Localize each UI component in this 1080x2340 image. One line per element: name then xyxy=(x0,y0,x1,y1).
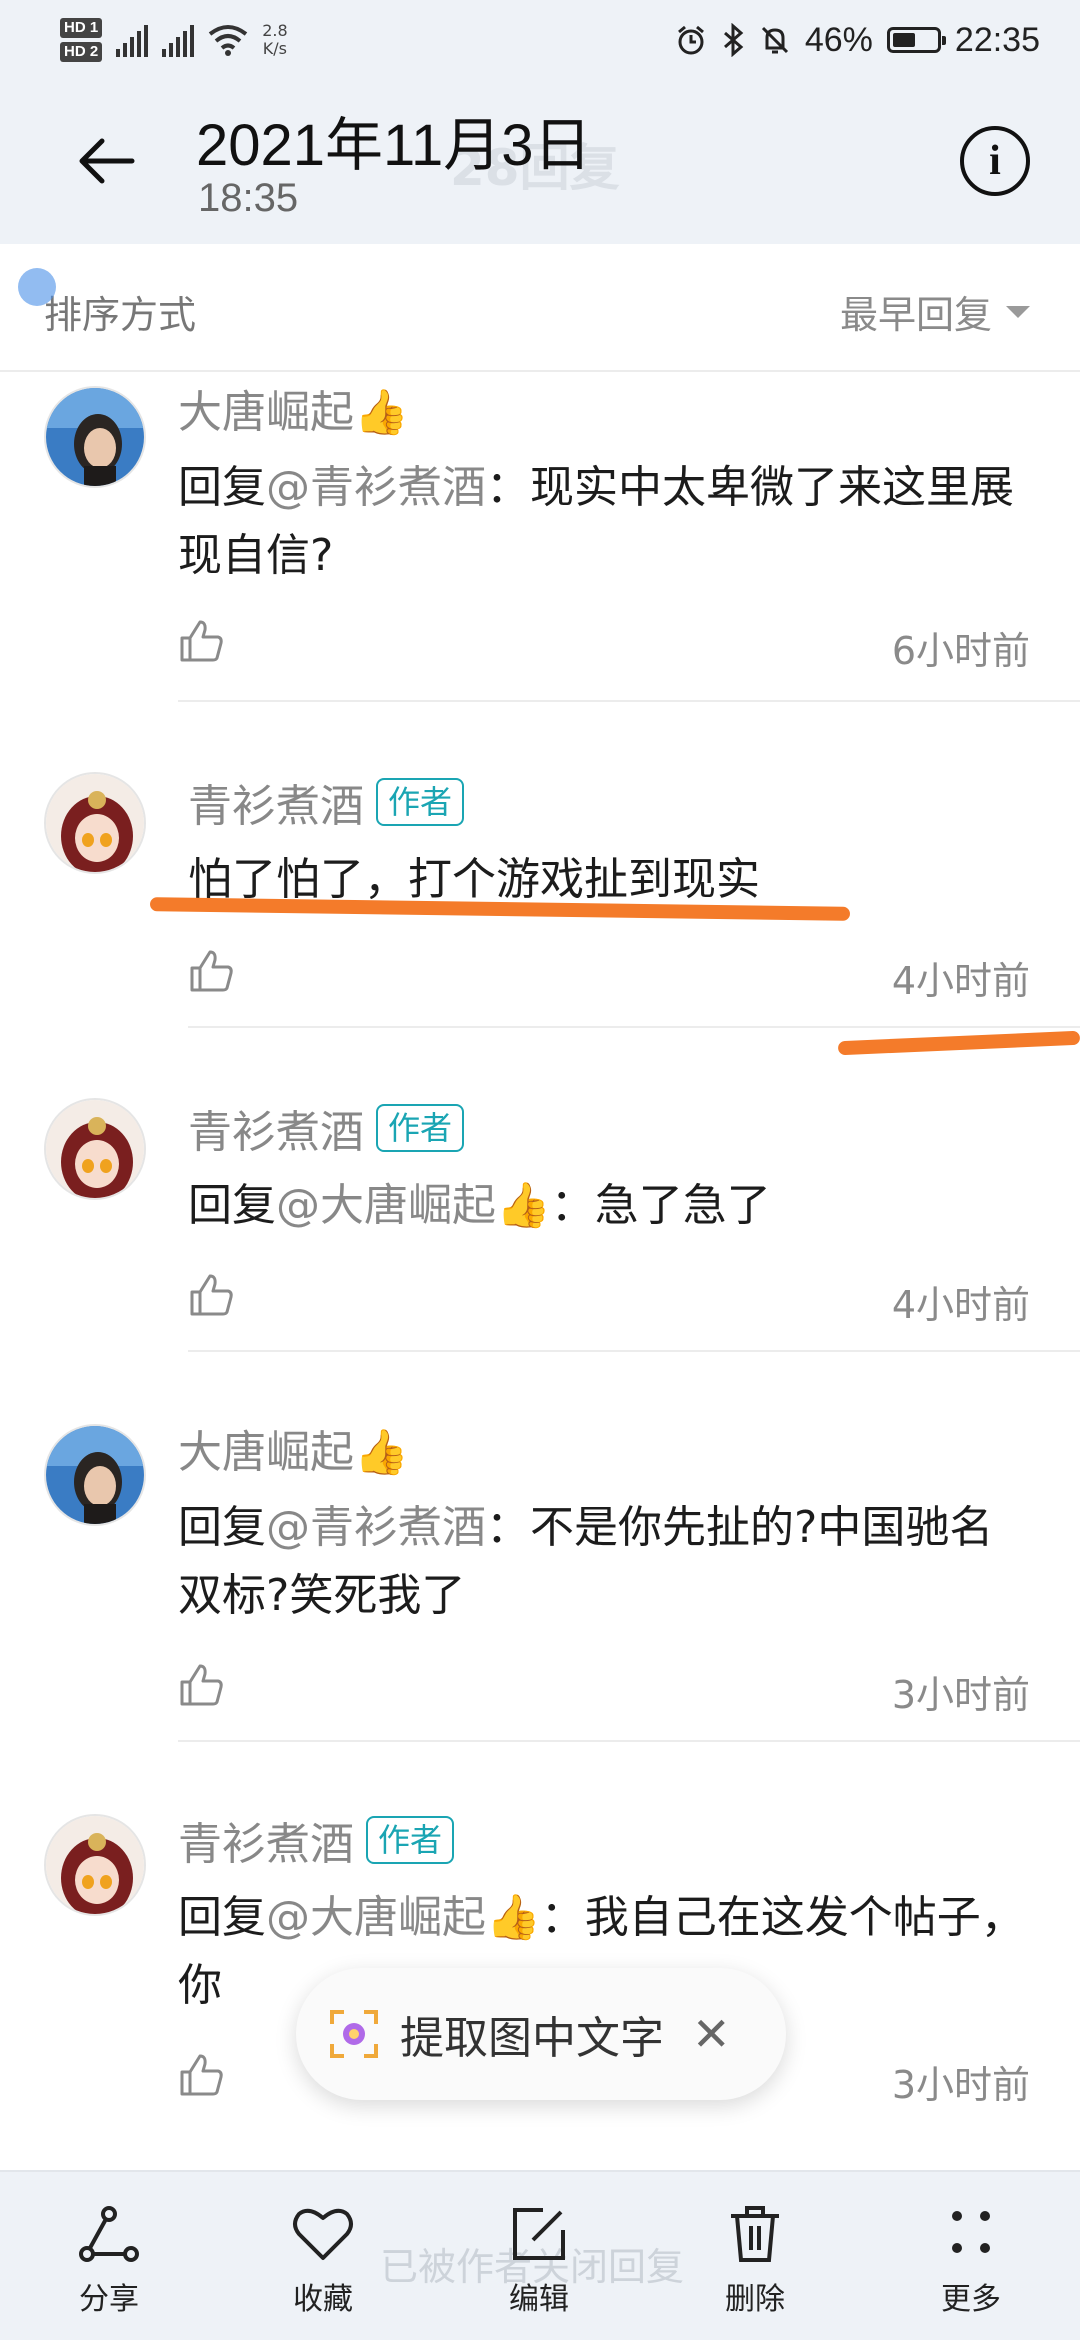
heart-icon xyxy=(293,2208,353,2260)
reply-mention[interactable]: @青衫煮酒 xyxy=(266,1502,486,1553)
share-button[interactable]: 分享 xyxy=(44,2202,174,2318)
delete-label: 删除 xyxy=(725,2282,785,2317)
comment-item: 大唐崛起👍 回复@青衫煮酒：现实中太卑微了来这里展现自信? 6小时前 xyxy=(0,372,1080,702)
comment-author[interactable]: 青衫煮酒 作者 xyxy=(178,1808,455,1872)
share-label: 分享 xyxy=(79,2282,139,2317)
page-subtitle-time: 18:35 xyxy=(198,176,299,220)
screen: HD 1 HD 2 2.8 K/s 46% 22:35 28回复 2021年11… xyxy=(0,0,1080,2340)
alarm-icon xyxy=(677,25,704,55)
sim2-badge: HD 2 xyxy=(60,42,103,62)
comment-body: 怕了怕了，打个游戏扯到现实 xyxy=(188,854,760,905)
author-badge: 作者 xyxy=(366,1816,455,1864)
favorite-button[interactable]: 收藏 xyxy=(258,2202,388,2318)
close-icon[interactable]: ✕ xyxy=(692,2007,731,2061)
comment-text: 回复@青衫煮酒：现实中太卑微了来这里展现自信? xyxy=(178,454,1030,590)
extract-text-toast[interactable]: 提取图中文字 ✕ xyxy=(296,1968,786,2100)
clock: 22:35 xyxy=(954,20,1040,59)
share-icon xyxy=(79,2206,139,2262)
more-label: 更多 xyxy=(941,2282,1001,2317)
reply-prefix: 回复 xyxy=(178,1892,266,1943)
thumbs-up-icon[interactable] xyxy=(188,948,234,994)
delete-button[interactable]: 删除 xyxy=(690,2202,820,2318)
comment-author[interactable]: 青衫煮酒 作者 xyxy=(188,1096,465,1160)
more-dots-icon xyxy=(952,2211,990,2253)
comment-time: 3小时前 xyxy=(891,1673,1030,1717)
reply-mention[interactable]: @大唐崛起👍 xyxy=(276,1180,551,1231)
comment-author[interactable]: 大唐崛起👍 xyxy=(178,1416,409,1480)
avatar[interactable] xyxy=(44,1098,146,1200)
edit-button[interactable]: 编辑 xyxy=(474,2202,604,2318)
author-name: 大唐崛起👍 xyxy=(178,1427,409,1478)
sort-dropdown[interactable]: 最早回复 xyxy=(840,284,1030,339)
avatar[interactable] xyxy=(44,1424,146,1526)
comment-time: 4小时前 xyxy=(891,959,1030,1003)
avatar[interactable] xyxy=(44,386,146,488)
scan-text-icon xyxy=(330,2010,378,2058)
floating-bubble[interactable] xyxy=(18,268,56,306)
author-badge: 作者 xyxy=(376,1104,465,1152)
reply-prefix: 回复 xyxy=(188,1180,276,1231)
sort-row: 排序方式 最早回复 xyxy=(0,244,1080,372)
battery-icon xyxy=(886,27,946,53)
trash-icon xyxy=(731,2206,779,2262)
comment-body: ：急了急了 xyxy=(550,1180,771,1231)
sort-value: 最早回复 xyxy=(839,293,992,337)
status-left: HD 1 HD 2 2.8 K/s xyxy=(60,12,288,68)
signal-icon xyxy=(116,23,149,57)
reply-prefix: 回复 xyxy=(178,1502,266,1553)
status-bar: HD 1 HD 2 2.8 K/s 46% 22:35 xyxy=(0,0,1080,80)
reply-mention[interactable]: @大唐崛起👍 xyxy=(266,1892,541,1943)
network-speed: 2.8 K/s xyxy=(262,22,287,58)
thumbs-up-icon[interactable] xyxy=(188,1272,234,1318)
reply-mention[interactable]: @青衫煮酒 xyxy=(266,462,486,513)
net-speed-unit: K/s xyxy=(262,39,288,58)
comment-item: 大唐崛起👍 回复@青衫煮酒：不是你先扯的?中国驰名双标?笑死我了 3小时前 xyxy=(0,1352,1080,1742)
author-name: 大唐崛起👍 xyxy=(178,387,409,438)
edit-label: 编辑 xyxy=(509,2282,569,2317)
favorite-label: 收藏 xyxy=(293,2282,353,2317)
comment-text: 回复@青衫煮酒：不是你先扯的?中国驰名双标?笑死我了 xyxy=(178,1494,1030,1630)
thumbs-up-icon[interactable] xyxy=(178,2052,224,2098)
sim-indicators: HD 1 HD 2 xyxy=(60,18,103,62)
comment-time: 6小时前 xyxy=(891,629,1030,673)
wifi-icon xyxy=(208,25,248,56)
more-button[interactable]: 更多 xyxy=(906,2202,1036,2318)
mute-icon xyxy=(761,26,788,54)
toast-label: 提取图中文字 xyxy=(400,2013,664,2064)
avatar[interactable] xyxy=(44,1814,146,1916)
author-name: 青衫煮酒 xyxy=(188,1107,364,1158)
comment-time: 3小时前 xyxy=(891,2063,1030,2107)
battery-percent: 46% xyxy=(804,20,873,59)
sort-label: 排序方式 xyxy=(44,293,197,337)
comment-time: 4小时前 xyxy=(891,1283,1030,1327)
avatar[interactable] xyxy=(44,772,146,874)
bottom-toolbar: 已被作者关闭回复 分享 收藏 编辑 删除 更多 xyxy=(0,2170,1080,2340)
status-right: 46% 22:35 xyxy=(675,14,1040,66)
edit-icon xyxy=(513,2208,565,2260)
net-speed-value: 2.8 xyxy=(262,21,288,40)
sim1-badge: HD 1 xyxy=(60,18,103,38)
page-title-date: 2021年11月3日 xyxy=(196,113,592,178)
top-app-bar: 28回复 2021年11月3日 18:35 i xyxy=(0,80,1080,244)
back-arrow-icon[interactable] xyxy=(72,126,142,196)
comment-item: 青衫煮酒 作者 回复@大唐崛起👍：急了急了 4小时前 xyxy=(0,1028,1080,1352)
author-name: 青衫煮酒 xyxy=(178,1819,354,1870)
comment-author[interactable]: 大唐崛起👍 xyxy=(178,376,409,440)
caret-down-icon xyxy=(1006,305,1030,318)
info-icon[interactable]: i xyxy=(960,126,1030,196)
reply-prefix: 回复 xyxy=(178,462,266,513)
bluetooth-icon xyxy=(723,23,744,57)
author-name: 青衫煮酒 xyxy=(188,781,364,832)
comment-text: 回复@大唐崛起👍：急了急了 xyxy=(188,1172,1030,1240)
author-badge: 作者 xyxy=(376,778,465,826)
comment-author[interactable]: 青衫煮酒 作者 xyxy=(188,770,465,834)
thumbs-up-icon[interactable] xyxy=(178,1662,224,1708)
thumbs-up-icon[interactable] xyxy=(178,618,224,664)
comment-item: 青衫煮酒 作者 怕了怕了，打个游戏扯到现实 4小时前 xyxy=(0,702,1080,1056)
signal-icon-2 xyxy=(162,23,195,57)
